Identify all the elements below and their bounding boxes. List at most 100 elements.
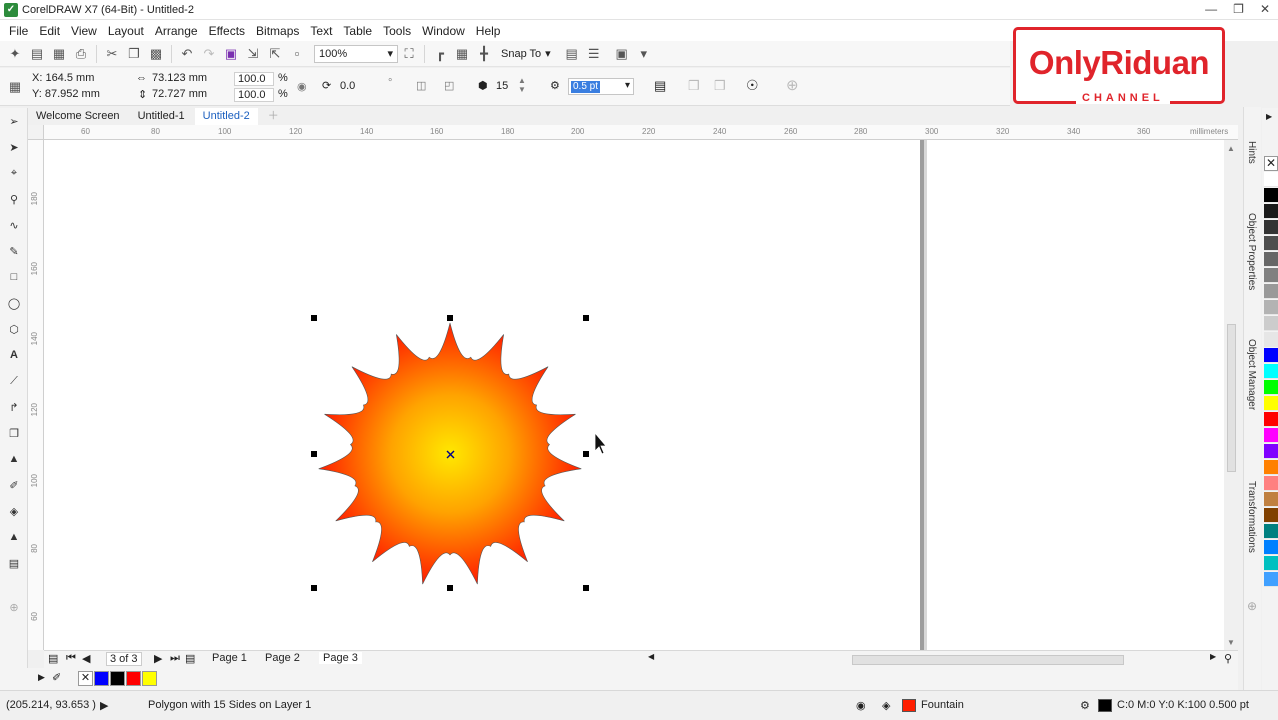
palette-swatch[interactable]	[1264, 428, 1278, 443]
previous-page-icon[interactable]: ◀	[82, 652, 90, 665]
palette-swatch[interactable]	[1264, 252, 1278, 267]
horizontal-ruler[interactable]: 60 80 100 120 140 160 180 200 220 240 26…	[44, 125, 1238, 140]
menu-tools[interactable]: Tools	[380, 24, 419, 38]
next-page-icon[interactable]: ▶	[154, 652, 162, 665]
rectangle-tool-icon[interactable]: □	[5, 268, 23, 286]
palette-swatch[interactable]	[1264, 460, 1278, 475]
vertical-ruler[interactable]: 180 160 140 120 100 80 60	[28, 140, 44, 650]
publish-pdf-icon[interactable]: ▫	[286, 43, 308, 65]
ellipse-tool-icon[interactable]: ◯	[5, 294, 23, 312]
selection-handle[interactable]	[311, 315, 317, 321]
palette-flyout-icon[interactable]: ▶	[38, 672, 45, 683]
add-page-icon[interactable]: ▤	[185, 652, 195, 665]
tab-untitled-1[interactable]: Untitled-1	[130, 108, 193, 125]
docker-object-manager[interactable]: Object Manager	[1246, 339, 1257, 410]
palette-swatch[interactable]	[1264, 268, 1278, 283]
scroll-left-icon[interactable]: ◀	[648, 652, 654, 661]
copy-icon[interactable]: ❐	[123, 43, 145, 65]
wrap-text-icon[interactable]: ▤	[654, 78, 666, 94]
menu-edit[interactable]: Edit	[36, 24, 68, 38]
menu-file[interactable]: File	[6, 24, 36, 38]
palette-swatch[interactable]	[1264, 444, 1278, 459]
document-palette-swatch[interactable]	[94, 671, 109, 686]
last-page-icon[interactable]: ⏭	[170, 652, 180, 665]
convert-to-curves-icon[interactable]: ☉	[746, 77, 759, 94]
sides-stepper-icon[interactable]: ▲ ▼	[518, 76, 526, 94]
status-play-icon[interactable]: ▶	[100, 699, 108, 712]
palette-swatch[interactable]	[1264, 284, 1278, 299]
scroll-down-icon[interactable]: ▼	[1227, 638, 1235, 647]
horizontal-scroll-thumb[interactable]	[852, 655, 1124, 665]
selection-handle[interactable]	[311, 585, 317, 591]
no-color-swatch[interactable]: ✕	[78, 671, 93, 686]
scale-y-field[interactable]: 100.0	[234, 88, 274, 102]
menu-text[interactable]: Text	[307, 24, 340, 38]
chevron-down-icon[interactable]: ▾	[633, 43, 655, 65]
scroll-up-icon[interactable]: ▲	[1227, 144, 1235, 153]
page-tab-3[interactable]: Page 3	[319, 652, 362, 664]
docker-transformations[interactable]: Transformations	[1246, 481, 1257, 553]
vertical-scroll-thumb[interactable]	[1227, 324, 1236, 472]
palette-swatch[interactable]	[1264, 556, 1278, 571]
drop-shadow-tool-icon[interactable]: ❐	[5, 424, 23, 442]
new-document-icon[interactable]: ✦	[4, 43, 26, 65]
open-folder-icon[interactable]: ▤	[26, 43, 48, 65]
search-content-icon[interactable]: ▣	[220, 43, 242, 65]
application-launcher-icon[interactable]: ☰	[583, 43, 605, 65]
pick-tool-icon[interactable]: ➢	[5, 112, 23, 130]
crop-tool-icon[interactable]: ⌖	[5, 164, 23, 182]
menu-view[interactable]: View	[68, 24, 105, 38]
mirror-horizontal-icon[interactable]: ◫	[416, 79, 426, 92]
palette-swatch[interactable]	[1264, 380, 1278, 395]
paste-icon[interactable]: ▩	[145, 43, 167, 65]
options-icon[interactable]: ▤	[561, 43, 583, 65]
palette-swatch[interactable]	[1264, 316, 1278, 331]
selection-handle[interactable]	[311, 451, 317, 457]
y-position-field[interactable]: Y: 87.952 mm	[32, 88, 100, 100]
menu-help[interactable]: Help	[473, 24, 509, 38]
palette-swatch[interactable]	[1264, 332, 1278, 347]
selection-handle[interactable]	[583, 585, 589, 591]
connector-tool-icon[interactable]: ↱	[5, 398, 23, 416]
palette-swatch[interactable]	[1264, 364, 1278, 379]
close-icon[interactable]: ✕	[1260, 2, 1270, 16]
add-preset-icon[interactable]: ⊕	[786, 76, 799, 94]
color-proof-icon[interactable]: ◉	[856, 699, 866, 712]
add-tool-icon[interactable]: ⊕	[5, 598, 23, 616]
palette-swatch[interactable]	[1264, 300, 1278, 315]
shape-tool-icon[interactable]: ➤	[5, 138, 23, 156]
snap-to-dropdown[interactable]: Snap To ▾	[501, 47, 551, 61]
selection-handle[interactable]	[583, 451, 589, 457]
palette-swatch[interactable]	[1264, 508, 1278, 523]
cut-icon[interactable]: ✂	[101, 43, 123, 65]
object-origin-icon[interactable]: ▦	[4, 76, 26, 98]
to-back-icon[interactable]: ❒	[714, 78, 726, 94]
interactive-fill-tool-icon[interactable]: ◈	[5, 502, 23, 520]
full-screen-icon[interactable]: ⛶	[398, 43, 420, 65]
palette-swatch[interactable]	[1264, 476, 1278, 491]
outline-pen-icon[interactable]: ⚙	[1080, 699, 1090, 712]
menu-window[interactable]: Window	[419, 24, 473, 38]
new-tab-icon[interactable]: ＋	[260, 108, 287, 125]
palette-swatch[interactable]	[1264, 204, 1278, 219]
selection-handle[interactable]	[583, 315, 589, 321]
fill-icon[interactable]: ◈	[882, 699, 890, 712]
palette-eyedropper-icon[interactable]: ✐	[52, 671, 61, 684]
palette-swatch[interactable]	[1264, 396, 1278, 411]
menu-layout[interactable]: Layout	[105, 24, 152, 38]
first-page-icon[interactable]: ⏮	[66, 652, 76, 665]
ruler-origin[interactable]	[28, 125, 44, 140]
zoom-level-select[interactable]: 100% ▾	[314, 44, 398, 63]
page-options-icon[interactable]: ▤	[48, 652, 58, 665]
drawing-canvas[interactable]	[44, 140, 1224, 650]
scroll-right-icon[interactable]: ▶	[1210, 652, 1216, 661]
to-front-icon[interactable]: ❒	[688, 78, 700, 94]
minimize-icon[interactable]: —	[1205, 2, 1217, 16]
selection-handle[interactable]	[447, 585, 453, 591]
parallel-dimension-tool-icon[interactable]: ⟋	[5, 372, 23, 390]
menu-effects[interactable]: Effects	[206, 24, 253, 38]
docker-object-properties[interactable]: Object Properties	[1246, 213, 1257, 290]
palette-swatch[interactable]	[1264, 348, 1278, 363]
no-color-swatch[interactable]: ✕	[1264, 156, 1278, 171]
eyedropper-tool-icon[interactable]: ✐	[5, 476, 23, 494]
